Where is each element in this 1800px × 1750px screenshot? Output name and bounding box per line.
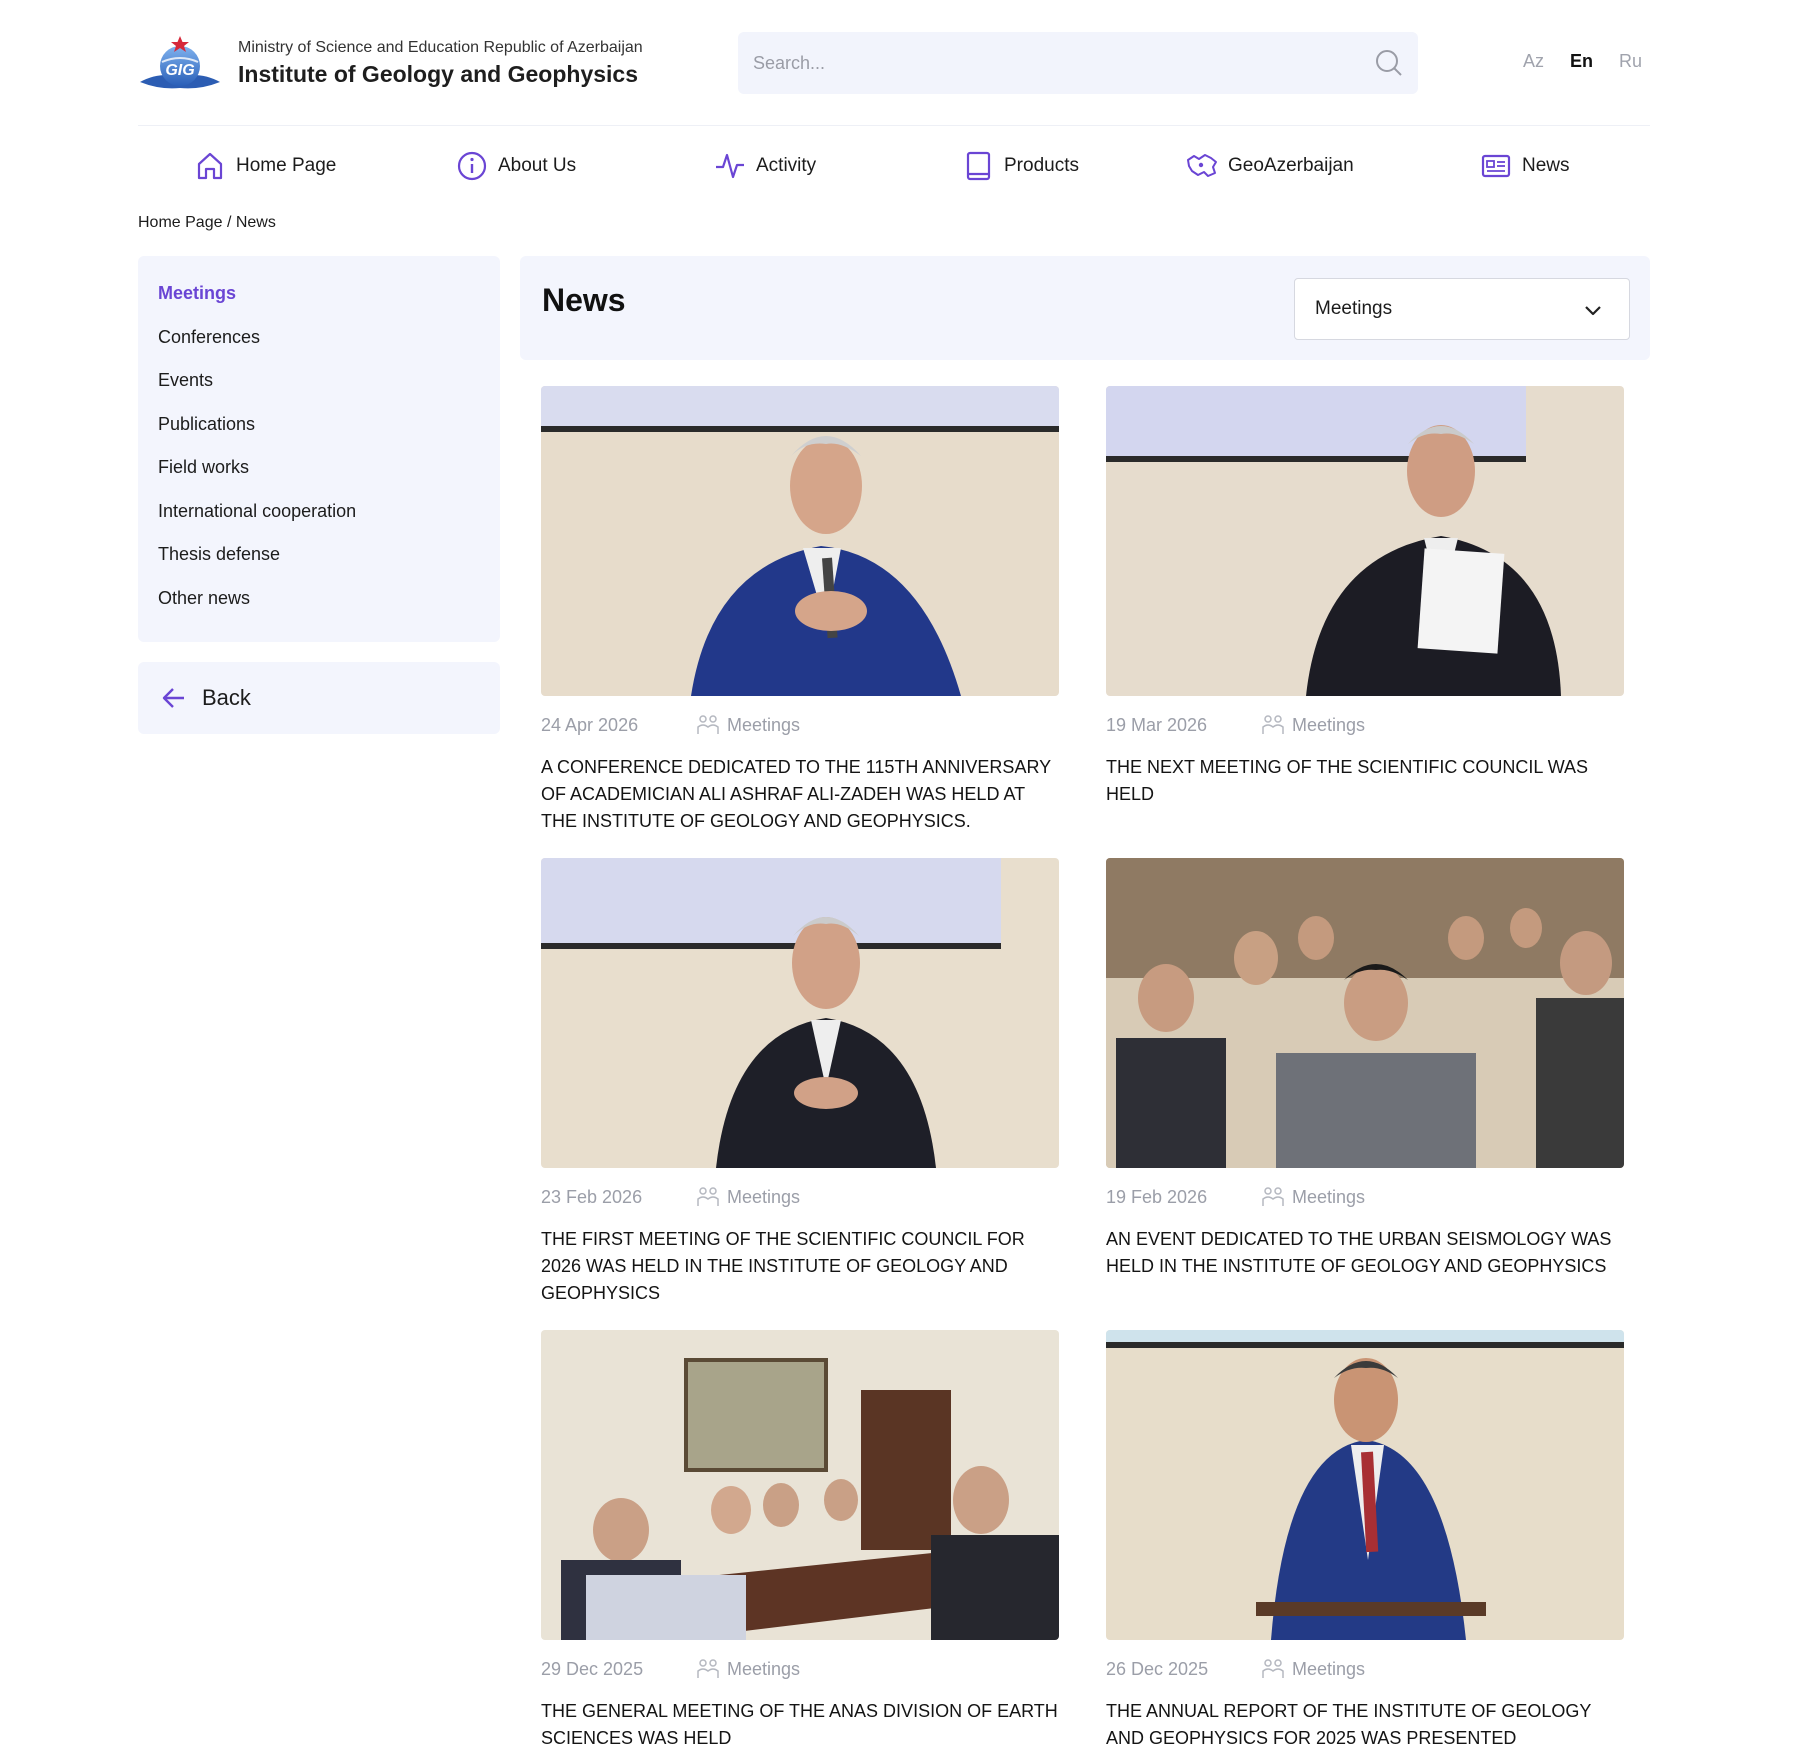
news-card[interactable]: 19 Feb 2026 Meetings AN EVENT DEDICATED …: [1106, 858, 1624, 1280]
news-card[interactable]: 29 Dec 2025 Meetings THE GENERAL MEETING…: [541, 1330, 1059, 1750]
news-category-label: Meetings: [1292, 1658, 1366, 1679]
news-card[interactable]: 26 Dec 2025 Meetings THE ANNUAL REPORT O…: [1106, 1330, 1624, 1750]
sidebar-item-conferences[interactable]: Conferences: [158, 326, 480, 370]
news-title[interactable]: THE NEXT MEETING OF THE SCIENTIFIC COUNC…: [1106, 754, 1624, 808]
nav-geoazerbaijan[interactable]: GeoAzerbaijan: [1186, 146, 1354, 186]
nav-products-label: Products: [1004, 155, 1079, 176]
home-icon: [197, 152, 223, 180]
news-photo[interactable]: [1106, 858, 1624, 1168]
sidebar-item-thesis-defense[interactable]: Thesis defense: [158, 543, 480, 587]
nav-geoazerbaijan-label: GeoAzerbaijan: [1228, 155, 1354, 176]
category-select-value: Meetings: [1315, 298, 1393, 319]
sidebar-item-other-news[interactable]: Other news: [158, 587, 480, 631]
news-category-label: Meetings: [727, 1186, 801, 1207]
news-category-label: Meetings: [1292, 714, 1366, 735]
sidebar-item-international-cooperation[interactable]: International cooperation: [158, 500, 480, 544]
news-title[interactable]: THE ANNUAL REPORT OF THE INSTITUTE OF GE…: [1106, 1698, 1624, 1750]
news-date: 19 Feb 2026: [1106, 1186, 1208, 1207]
news-category-label: Meetings: [727, 1658, 801, 1679]
sidebar-item-meetings[interactable]: Meetings: [158, 282, 480, 326]
site-header: GIG Ministry of Science and Education Re…: [138, 24, 1650, 126]
nav-products[interactable]: Products: [962, 146, 1079, 186]
news-title[interactable]: A CONFERENCE DEDICATED TO THE 115TH ANNI…: [541, 754, 1059, 835]
lang-en[interactable]: En: [1570, 51, 1593, 72]
category-select[interactable]: Meetings: [1294, 278, 1630, 340]
news-title[interactable]: THE FIRST MEETING OF THE SCIENTIFIC COUN…: [541, 1226, 1059, 1307]
map-icon: [1187, 154, 1217, 177]
news-date: 19 Mar 2026: [1106, 714, 1208, 735]
people-icon: [1262, 1187, 1284, 1206]
news-category: Meetings: [695, 1184, 800, 1210]
news-date: 29 Dec 2025: [541, 1658, 644, 1679]
nav-activity-label: Activity: [756, 155, 817, 176]
ministry-name: Ministry of Science and Education Republ…: [238, 39, 643, 56]
news-date: 24 Apr 2026: [541, 714, 639, 735]
nav-about-label: About Us: [498, 155, 577, 176]
news-meta: 26 Dec 2025 Meetings: [1106, 1640, 1624, 1698]
institute-logo[interactable]: GIG: [138, 32, 222, 96]
news-photo[interactable]: [541, 386, 1059, 696]
people-icon: [1262, 1659, 1284, 1678]
main-nav: Home Page About Us Activity Products Geo…: [138, 146, 1650, 186]
sidebar-item-events[interactable]: Events: [158, 369, 480, 413]
search-icon[interactable]: [1374, 48, 1404, 78]
nav-news-label: News: [1522, 155, 1570, 176]
brand: Ministry of Science and Education Republ…: [238, 38, 643, 90]
news-date: 26 Dec 2025: [1106, 1658, 1209, 1679]
info-icon: [457, 151, 487, 181]
back-button[interactable]: Back: [138, 662, 500, 734]
back-label: Back: [202, 685, 251, 710]
search-box: [738, 32, 1418, 94]
sidebar-item-publications[interactable]: Publications: [158, 413, 480, 457]
news-date: 23 Feb 2026: [541, 1186, 643, 1207]
chevron-down-icon: [1585, 306, 1601, 316]
sidebar-item-field-works[interactable]: Field works: [158, 456, 480, 500]
newspaper-icon: [1481, 154, 1511, 178]
arrow-left-icon: [162, 688, 184, 708]
language-switcher: Az En Ru: [1523, 51, 1642, 72]
people-icon: [697, 1659, 719, 1678]
lang-ru[interactable]: Ru: [1619, 51, 1642, 72]
activity-icon: [716, 153, 744, 179]
news-card[interactable]: 23 Feb 2026 Meetings THE FIRST MEETING O…: [541, 858, 1059, 1307]
news-photo[interactable]: [541, 858, 1059, 1168]
news-meta: 24 Apr 2026 Meetings: [541, 696, 1059, 754]
book-icon: [966, 151, 991, 181]
people-icon: [697, 715, 719, 734]
page-title: News: [542, 282, 626, 318]
news-meta: 19 Mar 2026 Meetings: [1106, 696, 1624, 754]
nav-home-label: Home Page: [236, 155, 337, 176]
news-title[interactable]: THE GENERAL MEETING OF THE ANAS DIVISION…: [541, 1698, 1059, 1750]
news-category: Meetings: [695, 1656, 800, 1682]
news-photo[interactable]: [1106, 386, 1624, 696]
nav-home[interactable]: Home Page: [194, 146, 336, 186]
news-category-label: Meetings: [727, 714, 801, 735]
people-icon: [1262, 715, 1284, 734]
people-icon: [697, 1187, 719, 1206]
nav-news[interactable]: News: [1480, 146, 1570, 186]
category-sidebar: Meetings Conferences Events Publications…: [138, 256, 500, 642]
nav-about[interactable]: About Us: [456, 146, 576, 186]
news-category: Meetings: [695, 712, 800, 738]
news-photo[interactable]: [541, 1330, 1059, 1640]
news-title[interactable]: AN EVENT DEDICATED TO THE URBAN SEISMOLO…: [1106, 1226, 1624, 1280]
search-input[interactable]: [738, 32, 1358, 94]
news-category-label: Meetings: [1292, 1186, 1366, 1207]
news-meta: 29 Dec 2025 Meetings: [541, 1640, 1059, 1698]
news-card[interactable]: 24 Apr 2026 Meetings A CONFERENCE DEDICA…: [541, 386, 1059, 835]
news-card[interactable]: 19 Mar 2026 Meetings THE NEXT MEETING OF…: [1106, 386, 1624, 808]
news-photo[interactable]: [1106, 1330, 1624, 1640]
news-meta: 19 Feb 2026 Meetings: [1106, 1168, 1624, 1226]
nav-activity[interactable]: Activity: [714, 146, 816, 186]
news-panel-header: News Meetings: [520, 256, 1650, 360]
lang-az[interactable]: Az: [1523, 51, 1544, 72]
news-meta: 23 Feb 2026 Meetings: [541, 1168, 1059, 1226]
news-category: Meetings: [1260, 712, 1365, 738]
breadcrumb[interactable]: Home Page / News: [138, 214, 276, 232]
news-category: Meetings: [1260, 1184, 1365, 1210]
news-category: Meetings: [1260, 1656, 1365, 1682]
svg-text:GIG: GIG: [165, 62, 194, 79]
institute-name[interactable]: Institute of Geology and Geophysics: [238, 58, 643, 90]
